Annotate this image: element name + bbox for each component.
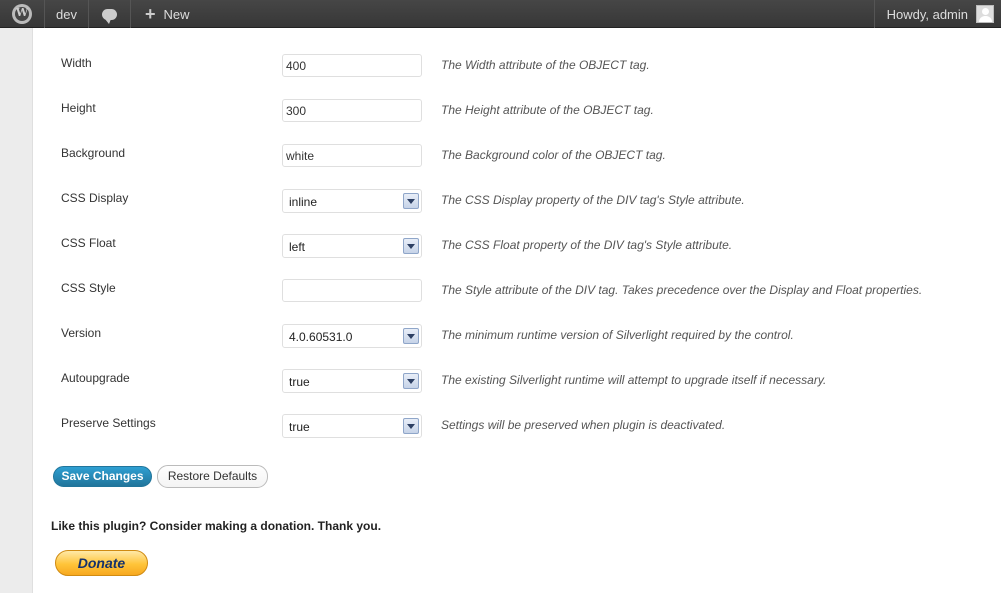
setting-label: CSS Style (61, 281, 116, 295)
setting-row-autoupgrade: Autoupgrade true The existing Silverligh… (61, 369, 981, 393)
dropdown-arrow-icon[interactable] (403, 193, 419, 209)
howdy-text: Howdy, admin (886, 6, 968, 22)
settings-panel: Width 400 The Width attribute of the OBJ… (32, 28, 1001, 593)
version-select[interactable]: 4.0.60531.0 (282, 324, 422, 348)
width-input[interactable]: 400 (282, 54, 422, 77)
wordpress-menu[interactable]: W (0, 0, 45, 28)
setting-description: The Style attribute of the DIV tag. Take… (441, 283, 923, 297)
setting-label: Background (61, 146, 126, 160)
dropdown-arrow-icon[interactable] (403, 373, 419, 389)
setting-row-preserve-settings: Preserve Settings true Settings will be … (61, 414, 981, 438)
wordpress-logo-icon: W (12, 4, 32, 24)
select-value: inline (289, 195, 318, 209)
setting-description: Settings will be preserved when plugin i… (441, 418, 726, 432)
css-display-select[interactable]: inline (282, 189, 422, 213)
height-input[interactable]: 300 (282, 99, 422, 122)
setting-description: The minimum runtime version of Silverlig… (441, 328, 794, 342)
background-input[interactable]: white (282, 144, 422, 167)
setting-row-css-display: CSS Display inline The CSS Display prope… (61, 189, 981, 213)
save-changes-button[interactable]: Save Changes (53, 466, 152, 487)
setting-label: Version (61, 326, 102, 340)
restore-defaults-button[interactable]: Restore Defaults (157, 465, 268, 488)
setting-description: The Height attribute of the OBJECT tag. (441, 103, 654, 117)
plus-icon: + (145, 4, 156, 24)
select-value: true (289, 420, 310, 434)
comment-bubble-icon (102, 8, 117, 24)
comments-link[interactable] (89, 0, 131, 28)
setting-row-version: Version 4.0.60531.0 The minimum runtime … (61, 324, 981, 348)
setting-label: CSS Display (61, 191, 129, 205)
dropdown-arrow-icon[interactable] (403, 238, 419, 254)
setting-row-width: Width 400 The Width attribute of the OBJ… (61, 54, 981, 78)
setting-label: Preserve Settings (61, 416, 156, 430)
autoupgrade-select[interactable]: true (282, 369, 422, 393)
dropdown-arrow-icon[interactable] (403, 418, 419, 434)
css-float-select[interactable]: left (282, 234, 422, 258)
donation-message: Like this plugin? Consider making a dona… (51, 519, 382, 533)
preserve-settings-select[interactable]: true (282, 414, 422, 438)
new-content-menu[interactable]: + New (131, 0, 200, 28)
account-menu[interactable]: Howdy, admin (873, 0, 1001, 28)
setting-row-height: Height 300 The Height attribute of the O… (61, 99, 981, 123)
setting-row-css-style: CSS Style The Style attribute of the DIV… (61, 279, 981, 303)
setting-row-css-float: CSS Float left The CSS Float property of… (61, 234, 981, 258)
setting-description: The Width attribute of the OBJECT tag. (441, 58, 650, 72)
setting-description: The CSS Display property of the DIV tag'… (441, 193, 745, 207)
select-value: true (289, 375, 310, 389)
select-value: 4.0.60531.0 (289, 330, 353, 344)
site-name-link[interactable]: dev (45, 0, 89, 28)
setting-label: CSS Float (61, 236, 116, 250)
donate-button[interactable]: Donate (55, 550, 148, 576)
setting-description: The existing Silverlight runtime will at… (441, 373, 827, 387)
user-avatar-icon (976, 5, 994, 23)
setting-description: The Background color of the OBJECT tag. (441, 148, 666, 162)
admin-bar: W dev + New Howdy, admin (0, 0, 1001, 28)
setting-label: Height (61, 101, 96, 115)
dropdown-arrow-icon[interactable] (403, 328, 419, 344)
setting-description: The CSS Float property of the DIV tag's … (441, 238, 733, 252)
css-style-input[interactable] (282, 279, 422, 302)
setting-row-background: Background white The Background color of… (61, 144, 981, 168)
setting-label: Width (61, 56, 92, 70)
setting-label: Autoupgrade (61, 371, 130, 385)
select-value: left (289, 240, 306, 254)
new-label: New (163, 6, 190, 22)
